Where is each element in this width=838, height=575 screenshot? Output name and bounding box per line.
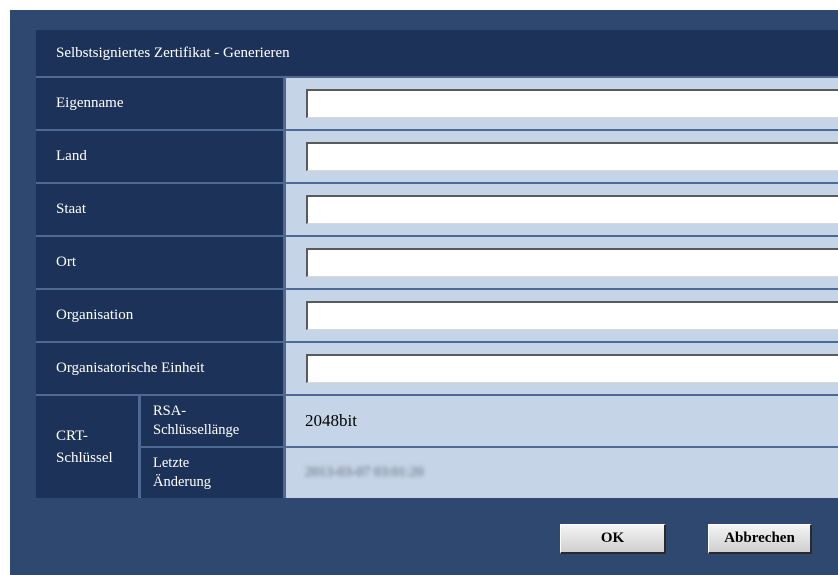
certificate-dialog: Selbstsigniertes Zertifikat - Generieren… [10, 10, 838, 575]
form-row-organization: Organisation [36, 290, 838, 341]
rsa-key-length-value: 2048bit [286, 396, 838, 446]
last-change-row: Letzte Änderung 2013-03-07 03:01:20 [141, 448, 838, 498]
state-input[interactable] [306, 195, 838, 224]
form-row-state: Staat [36, 184, 838, 235]
form-row-common-name: Eigenname [36, 78, 838, 129]
cancel-button[interactable]: Abbrechen [708, 524, 812, 554]
state-label: Staat [36, 184, 283, 235]
locality-input[interactable] [306, 248, 838, 277]
country-input[interactable] [306, 142, 838, 171]
crt-key-label: CRT- Schlüssel [36, 396, 138, 498]
organization-label: Organisation [36, 290, 283, 341]
dialog-title: Selbstsigniertes Zertifikat - Generieren [36, 30, 838, 76]
ok-button[interactable]: OK [560, 524, 666, 554]
crt-key-section: CRT- Schlüssel RSA- Schlüssellänge 2048b… [36, 396, 838, 498]
organizational-unit-input[interactable] [306, 354, 838, 383]
rsa-key-length-row: RSA- Schlüssellänge 2048bit [141, 396, 838, 446]
rsa-key-length-label: RSA- Schlüssellänge [141, 396, 283, 446]
form-row-locality: Ort [36, 237, 838, 288]
last-change-value: 2013-03-07 03:01:20 [305, 465, 424, 480]
country-label: Land [36, 131, 283, 182]
locality-label: Ort [36, 237, 283, 288]
certificate-form: Selbstsigniertes Zertifikat - Generieren… [36, 30, 838, 498]
form-row-country: Land [36, 131, 838, 182]
common-name-input[interactable] [306, 89, 838, 118]
form-row-organizational-unit: Organisatorische Einheit [36, 343, 838, 394]
last-change-label: Letzte Änderung [141, 448, 283, 498]
organization-input[interactable] [306, 301, 838, 330]
common-name-label: Eigenname [36, 78, 283, 129]
organizational-unit-label: Organisatorische Einheit [36, 343, 283, 394]
